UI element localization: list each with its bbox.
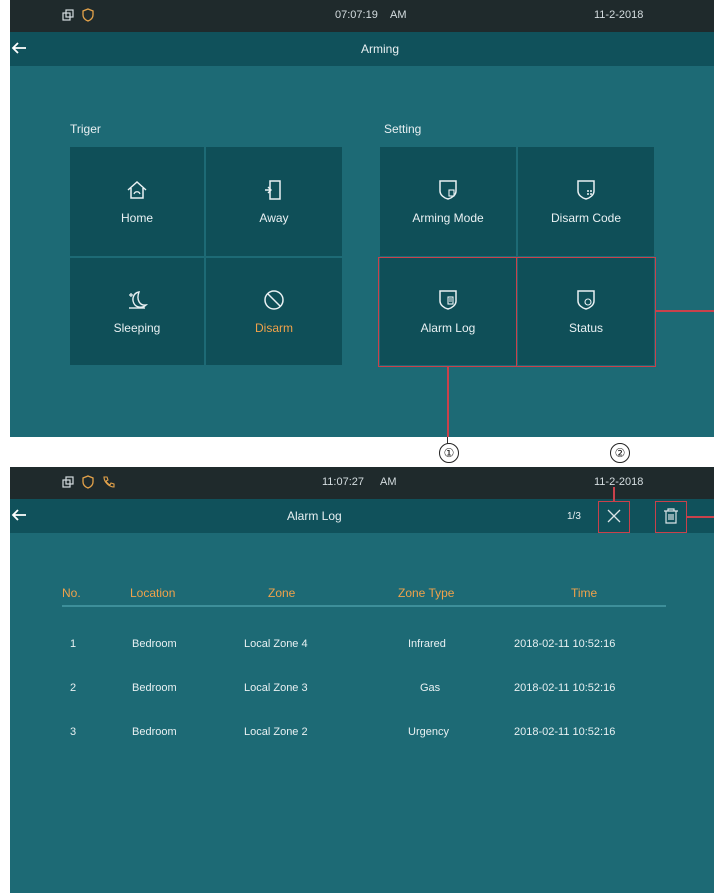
cell-zone: Local Zone 2: [244, 726, 308, 738]
tile-label: Sleeping: [113, 321, 161, 335]
table-row[interactable]: 3 Bedroom Local Zone 2 Urgency 2018-02-1…: [62, 726, 666, 746]
table-row[interactable]: 1 Bedroom Local Zone 4 Infrared 2018-02-…: [62, 638, 666, 658]
callout-2: ②: [610, 443, 630, 463]
status-date: 11-2-2018: [594, 476, 644, 488]
tile-label: Away: [259, 211, 289, 225]
cell-no: 2: [70, 682, 77, 694]
trigger-tile-home[interactable]: Home: [70, 147, 204, 256]
tile-label: Home: [120, 211, 153, 225]
setting-tile-arming-mode[interactable]: Arming Mode: [380, 147, 516, 256]
cell-time: 2018-02-11 10:52:16: [514, 682, 616, 694]
alarm-log-highlight: [378, 257, 517, 367]
cell-no: 3: [70, 726, 77, 738]
tile-label: Disarm Code: [550, 211, 622, 225]
cell-zone-type: Gas: [420, 682, 441, 694]
alarm-log-callout-line: [447, 367, 449, 437]
cell-time: 2018-02-11 10:52:16: [514, 726, 616, 738]
status-ampm: AM: [380, 476, 397, 488]
arming-mode-icon: [436, 178, 460, 211]
cell-zone-type: Urgency: [408, 726, 449, 738]
cell-zone: Local Zone 4: [244, 638, 308, 650]
back-arrow-icon[interactable]: [10, 39, 28, 60]
status-time: 07:07:19: [335, 9, 378, 21]
trigger-tile-sleeping[interactable]: Sleeping: [70, 258, 204, 365]
cell-location: Bedroom: [132, 638, 177, 650]
cell-zone: Local Zone 3: [244, 682, 308, 694]
status-bar: 07:07:19 AM 11-2-2018: [10, 0, 714, 32]
column-header-zone-type: Zone Type: [398, 586, 455, 600]
window-icon: [62, 9, 75, 25]
status-bar: 11:07:27 AM 11-2-2018: [10, 467, 714, 499]
title-bar: Arming: [10, 32, 714, 66]
cell-no: 1: [70, 638, 77, 650]
cell-time: 2018-02-11 10:52:16: [514, 638, 616, 650]
back-arrow-icon[interactable]: [10, 506, 28, 527]
status-callout-line: [656, 310, 714, 312]
close-highlight: [598, 501, 630, 533]
column-header-no: No.: [62, 586, 81, 600]
setting-section-label: Setting: [384, 122, 422, 136]
phone-icon: [102, 475, 115, 491]
cell-location: Bedroom: [132, 726, 177, 738]
column-header-time: Time: [571, 586, 598, 600]
window-icon: [62, 476, 75, 492]
status-time: 11:07:27: [322, 476, 365, 488]
setting-tile-disarm-code[interactable]: Disarm Code: [518, 147, 654, 256]
tile-label: Disarm: [255, 321, 293, 335]
shield-icon: [82, 475, 94, 492]
disarm-icon: [262, 288, 286, 321]
alarm-log-screen: 11:07:27 AM 11-2-2018 Alarm Log 1/3 No. …: [10, 467, 714, 893]
page-indicator: 1/3: [567, 511, 581, 522]
cell-location: Bedroom: [132, 682, 177, 694]
status-ampm: AM: [390, 9, 407, 21]
tile-label: Arming Mode: [412, 211, 484, 225]
shield-icon: [82, 8, 94, 25]
column-header-zone: Zone: [268, 586, 296, 600]
status-date: 11-2-2018: [594, 9, 644, 21]
trigger-tile-disarm[interactable]: Disarm: [206, 258, 342, 365]
page-title: Arming: [361, 42, 400, 56]
callout-1: ①: [439, 443, 459, 463]
disarm-code-icon: [574, 178, 598, 211]
trigger-section-label: Triger: [70, 122, 101, 136]
table-row[interactable]: 2 Bedroom Local Zone 3 Gas 2018-02-11 10…: [62, 682, 666, 702]
trigger-tile-away[interactable]: Away: [206, 147, 342, 256]
arming-screen: 07:07:19 AM 11-2-2018 Arming Triger Sett…: [10, 0, 714, 437]
status-highlight: [516, 257, 656, 367]
door-icon: [262, 178, 286, 211]
page-title: Alarm Log: [287, 509, 342, 523]
delete-highlight: [655, 501, 687, 533]
header-divider: [62, 605, 666, 607]
moon-icon: [125, 288, 149, 321]
close-callout-line: [613, 487, 615, 501]
delete-callout-line: [687, 516, 714, 518]
column-header-location: Location: [130, 586, 176, 600]
home-icon: [125, 178, 149, 211]
cell-zone-type: Infrared: [408, 638, 446, 650]
